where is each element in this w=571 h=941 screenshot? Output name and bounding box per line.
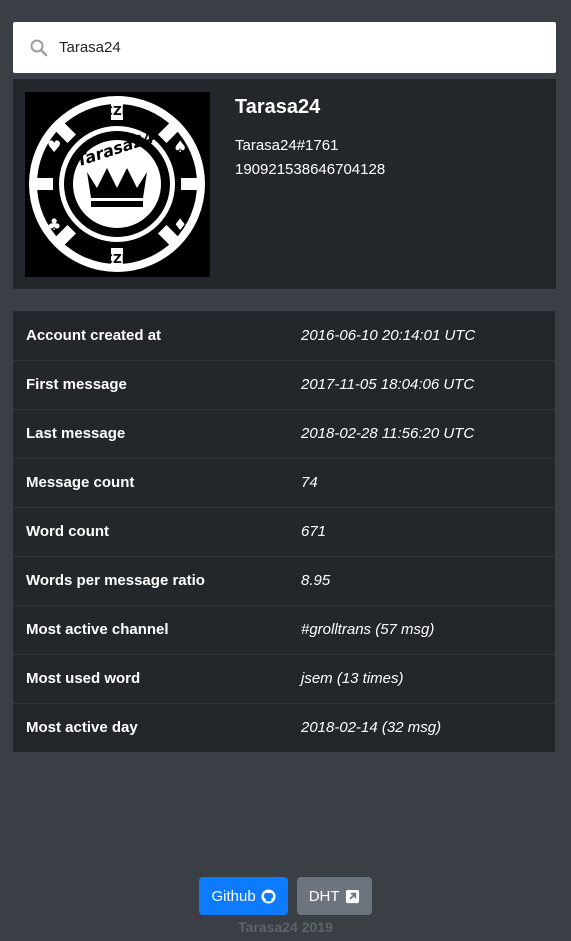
github-button[interactable]: Github [199, 877, 288, 915]
table-row: Message count 74 [13, 457, 555, 507]
search-bar[interactable] [13, 22, 556, 73]
profile-user-id: 190921538646704128 [235, 161, 386, 178]
stats-table: Account created at 2016-06-10 20:14:01 U… [13, 311, 555, 752]
svg-text:♦: ♦ [173, 215, 187, 234]
dht-button[interactable]: DHT [296, 877, 372, 915]
external-link-icon [345, 889, 360, 904]
github-icon [261, 888, 276, 904]
stat-label-words-per-message: Words per message ratio [13, 555, 289, 605]
stat-value-words-per-message: 8.95 [289, 555, 555, 605]
stat-value-most-used-word: jsem (13 times) [289, 653, 555, 703]
stat-label-message-count: Message count [13, 457, 289, 507]
stat-label-most-active-channel: Most active channel [13, 604, 289, 654]
table-row: Most active channel #grolltrans (57 msg) [13, 604, 555, 654]
search-input[interactable] [59, 32, 519, 63]
table-row: Account created at 2016-06-10 20:14:01 U… [13, 311, 555, 360]
stat-label-account-created: Account created at [26, 326, 162, 344]
profile-tag: Tarasa24#1761 [235, 137, 339, 154]
table-row: Word count 671 [13, 506, 555, 556]
avatar-bottom-text: CZE [104, 252, 130, 266]
stat-value-account-created: 2016-06-10 20:14:01 UTC [301, 326, 476, 344]
profile-username: Tarasa24 [235, 96, 321, 118]
stat-value-first-message: 2017-11-05 18:04:06 UTC [289, 359, 555, 409]
avatar-top-text: CZE [104, 104, 130, 118]
stat-value-word-count: 671 [289, 506, 555, 556]
stat-label-first-message: First message [13, 359, 289, 409]
stat-value-most-active-day: 2018-02-14 (32 msg) [289, 702, 555, 752]
copyright-text: Tarasa24 2019 [238, 919, 333, 935]
github-button-label: Github [211, 887, 256, 905]
table-row: Most active day 2018-02-14 (32 msg) [13, 702, 555, 752]
search-icon [29, 38, 49, 58]
stat-value-last-message: 2018-02-28 11:56:20 UTC [289, 408, 555, 458]
svg-text:♠: ♠ [173, 137, 187, 156]
footer-buttons: Github DHT [0, 877, 571, 915]
table-row: Last message 2018-02-28 11:56:20 UTC [13, 408, 555, 458]
stat-value-most-active-channel: #grolltrans (57 msg) [289, 604, 555, 654]
profile-card: CZE CZE Tarasa24 ♥ ♠ ♣ ♦ Tarasa24 Tarasa… [13, 79, 556, 289]
avatar: CZE CZE Tarasa24 ♥ ♠ ♣ ♦ [25, 92, 210, 277]
stat-label-most-used-word: Most used word [13, 653, 289, 703]
svg-text:♥: ♥ [47, 137, 61, 156]
stat-label-word-count: Word count [13, 506, 289, 556]
stat-value-message-count: 74 [289, 457, 555, 507]
table-row: First message 2017-11-05 18:04:06 UTC [13, 359, 555, 409]
svg-text:♣: ♣ [47, 215, 61, 234]
stat-label-most-active-day: Most active day [13, 702, 289, 752]
table-row: Most used word jsem (13 times) [13, 653, 555, 703]
stat-label-last-message: Last message [13, 408, 289, 458]
dht-button-label: DHT [308, 887, 340, 905]
table-row: Words per message ratio 8.95 [13, 555, 555, 605]
